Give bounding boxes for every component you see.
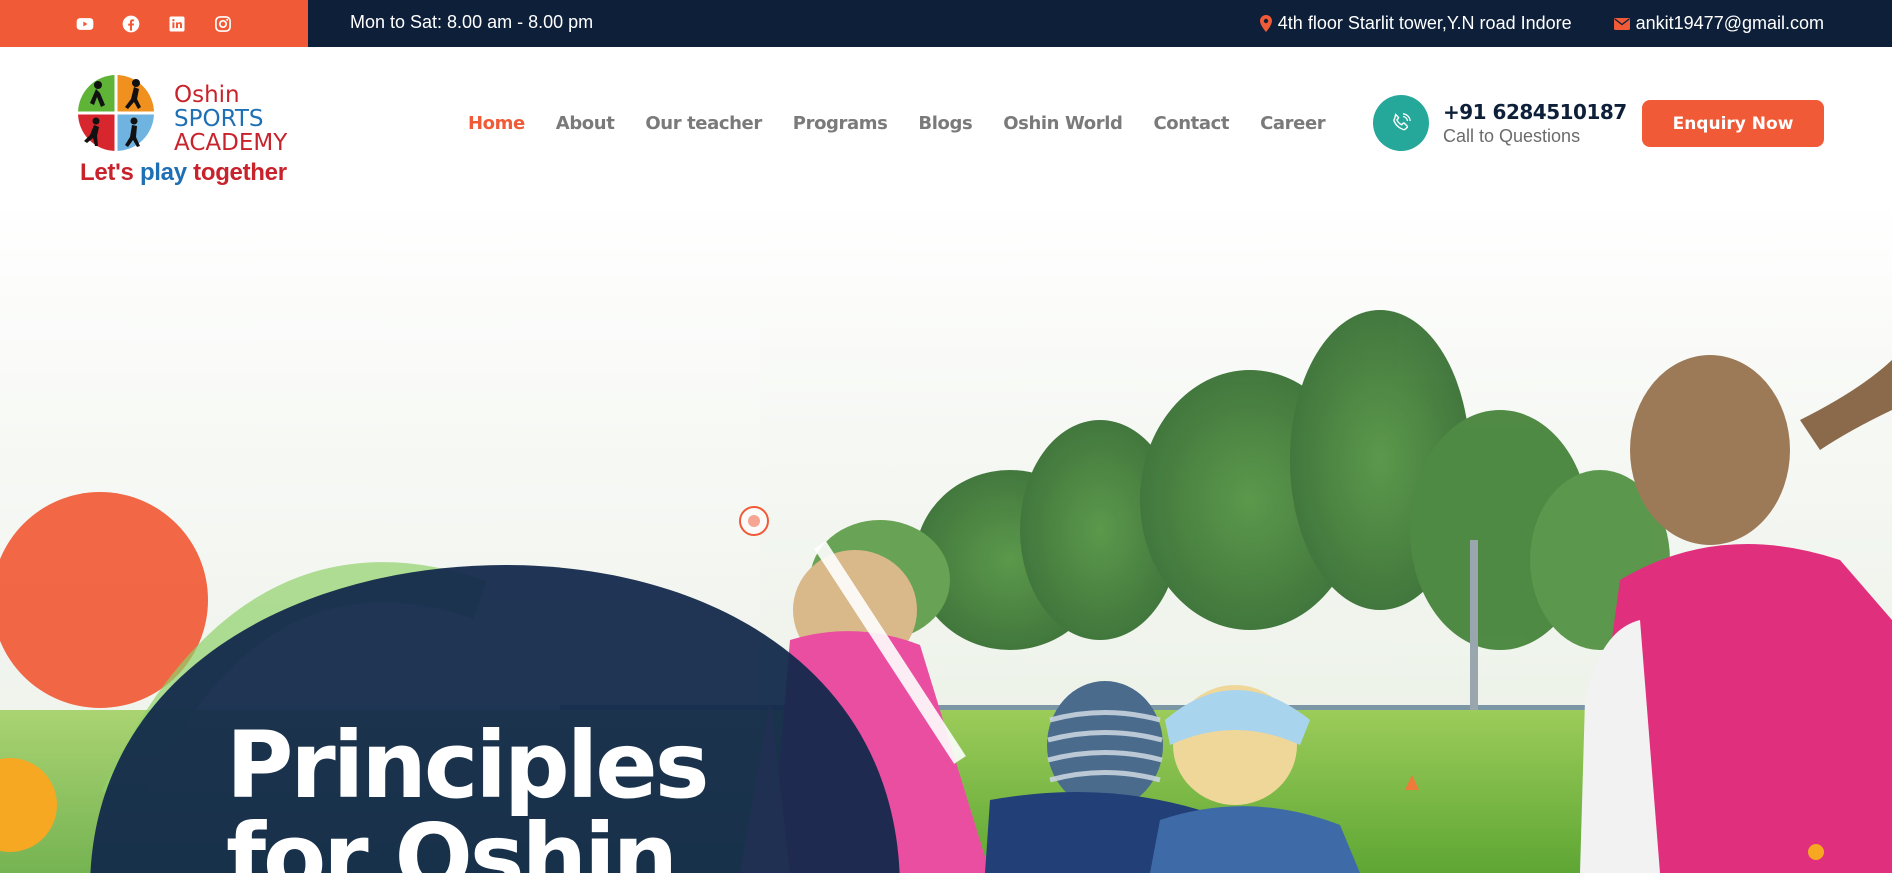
hero-title-line1: Principles — [226, 712, 709, 819]
hero-section: Principles for Oshin — [0, 200, 1892, 873]
nav-our-teacher[interactable]: Our teacher — [645, 113, 762, 134]
topbar-contact: 4th floor Starlit tower,Y.N road Indore … — [1259, 0, 1824, 47]
site-logo[interactable]: Oshin SPORTS ACADEMY Let's play together — [74, 61, 287, 187]
logo-name-line1: Oshin — [174, 82, 240, 108]
enquiry-now-button[interactable]: Enquiry Now — [1642, 100, 1824, 147]
phone-number: +91 6284510187 — [1443, 99, 1627, 124]
email-text: ankit19477@gmail.com — [1635, 13, 1824, 33]
envelope-icon — [1613, 17, 1630, 30]
phone-icon — [1373, 95, 1429, 151]
main-nav: Home About Our teacher Programs Blogs Os… — [468, 47, 1326, 200]
slider-indicator[interactable] — [739, 506, 769, 536]
hero-title: Principles for Oshin — [226, 712, 709, 873]
linkedin-icon[interactable] — [166, 13, 188, 35]
nav-about[interactable]: About — [556, 113, 615, 134]
tagline-part-1: Let's — [80, 159, 140, 186]
location-pin-icon — [1259, 15, 1272, 32]
instagram-icon[interactable] — [212, 13, 234, 35]
site-header: Oshin SPORTS ACADEMY Let's play together… — [0, 47, 1892, 200]
address-text: 4th floor Starlit tower,Y.N road Indore — [1277, 13, 1572, 33]
opening-hours: Mon to Sat: 8.00 am - 8.00 pm — [350, 12, 594, 32]
hero-title-line2: for Oshin — [226, 804, 678, 873]
nav-home[interactable]: Home — [468, 113, 525, 134]
nav-career[interactable]: Career — [1260, 113, 1326, 134]
logo-tagline: Let's play together — [80, 159, 287, 187]
nav-programs[interactable]: Programs — [793, 113, 888, 134]
tagline-part-3: together — [193, 159, 287, 186]
call-text: +91 6284510187 Call to Questions — [1443, 100, 1627, 147]
nav-blogs[interactable]: Blogs — [918, 113, 972, 134]
social-links — [0, 0, 308, 47]
logo-name-line2: SPORTS — [174, 106, 264, 132]
tagline-part-2: play — [139, 159, 194, 186]
logo-badge-icon — [76, 73, 156, 153]
call-box[interactable]: +91 6284510187 Call to Questions — [1373, 95, 1627, 151]
slider-indicator-inner — [748, 515, 760, 527]
facebook-icon[interactable] — [120, 13, 142, 35]
email-item[interactable]: ankit19477@gmail.com — [1613, 13, 1824, 34]
top-bar: Mon to Sat: 8.00 am - 8.00 pm 4th floor … — [0, 0, 1892, 47]
call-caption: Call to Questions — [1443, 125, 1581, 146]
nav-contact[interactable]: Contact — [1153, 113, 1229, 134]
logo-name-line3: ACADEMY — [174, 130, 288, 156]
nav-oshin-world[interactable]: Oshin World — [1003, 113, 1123, 134]
youtube-icon[interactable] — [74, 13, 96, 35]
address-item: 4th floor Starlit tower,Y.N road Indore — [1259, 13, 1572, 34]
logo-wordmark: Oshin SPORTS ACADEMY — [174, 83, 287, 155]
